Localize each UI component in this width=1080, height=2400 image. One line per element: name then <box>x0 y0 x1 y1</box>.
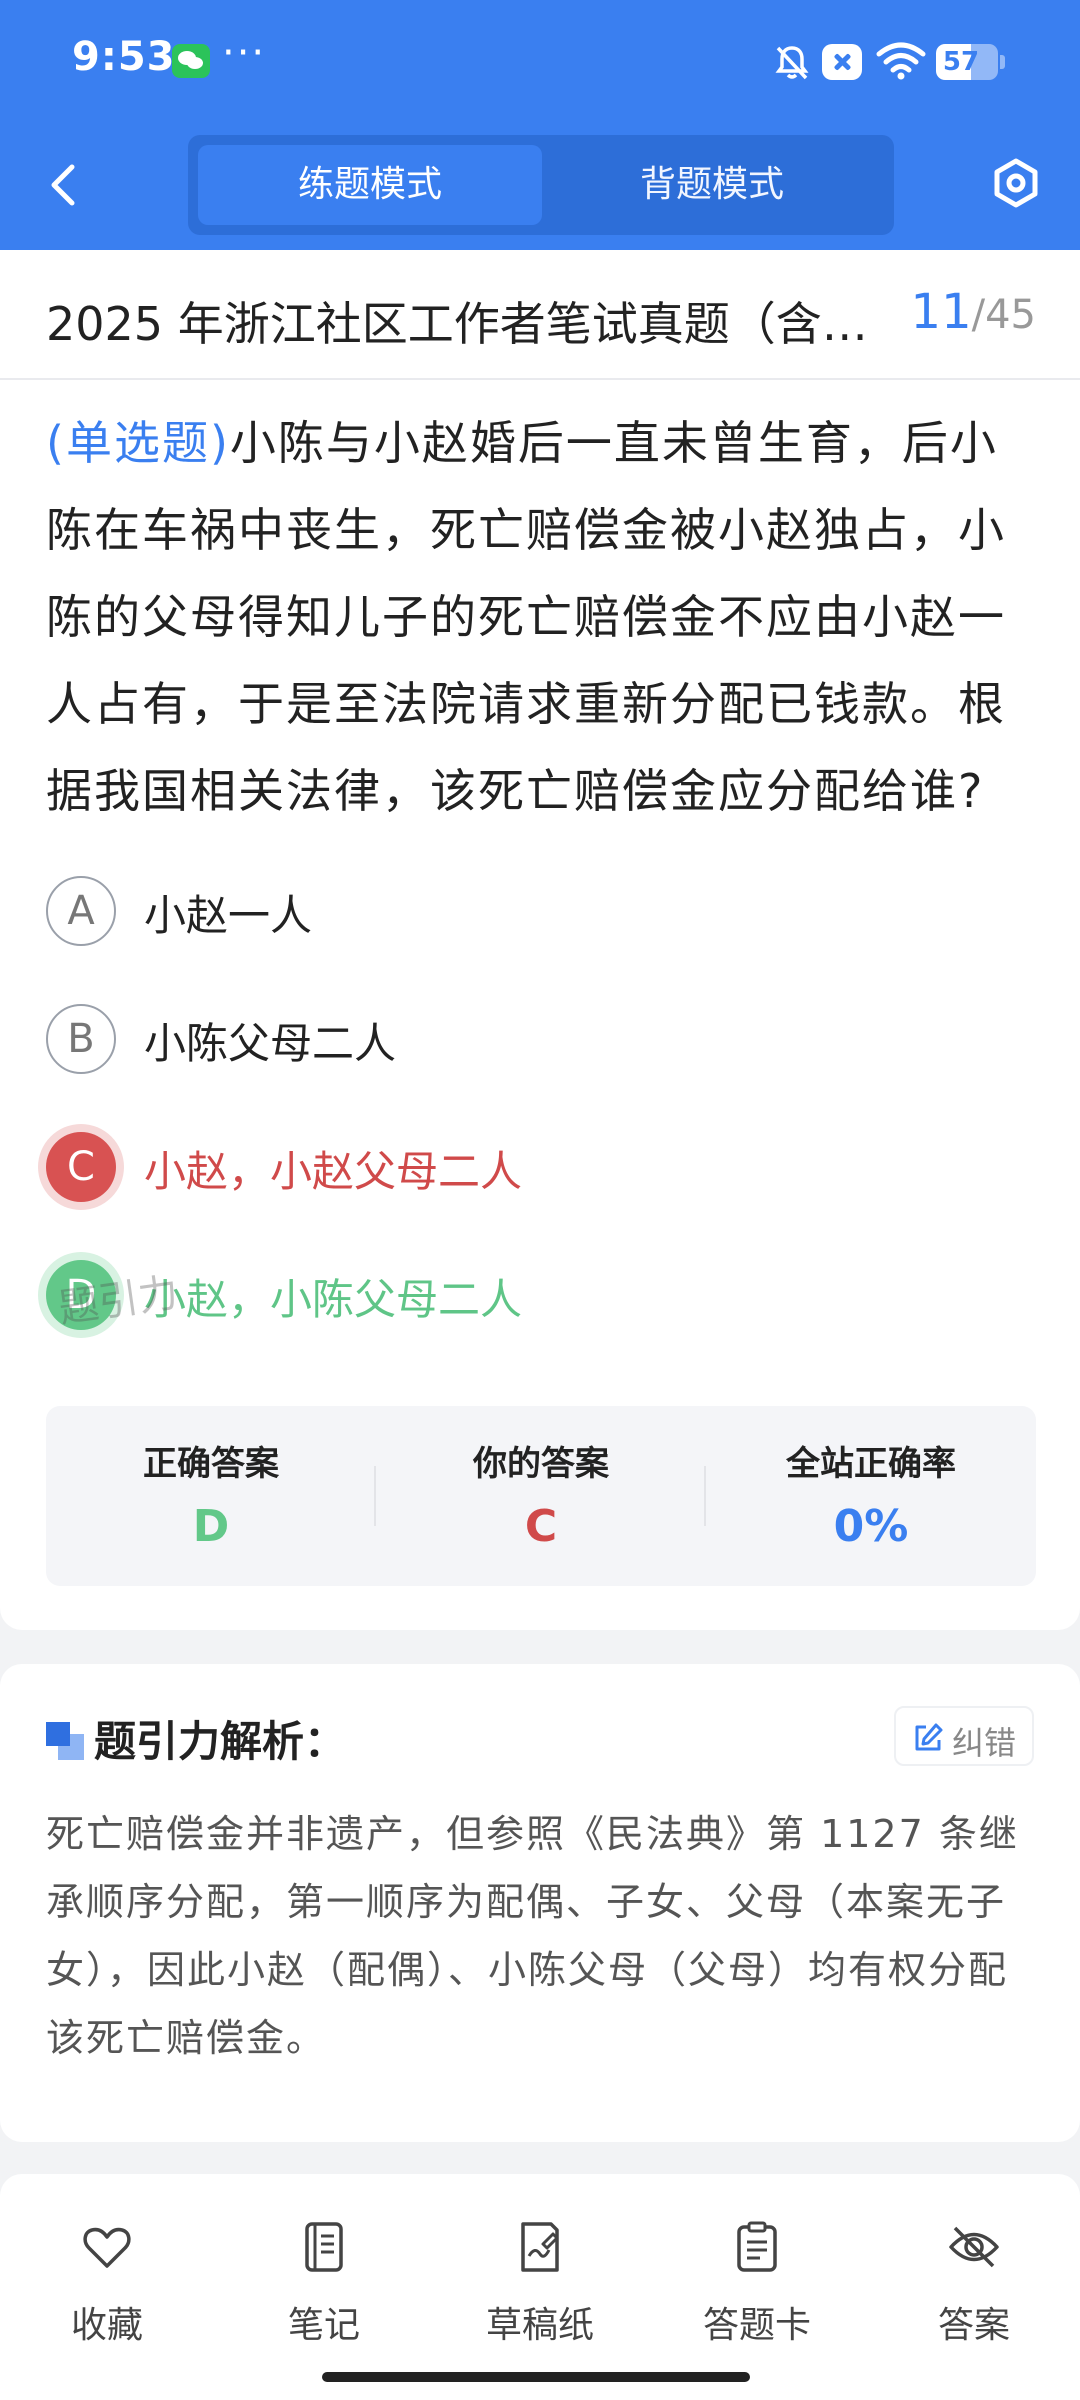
notebook-icon <box>305 2222 343 2272</box>
heart-icon <box>83 2227 131 2268</box>
battery-level: 57 <box>942 47 980 77</box>
exam-title-bar: 2025 年浙江社区工作者笔试真题（含答案） 11/45 <box>0 250 1080 380</box>
draft-icon <box>521 2222 559 2272</box>
option-a[interactable]: A 小赵一人 <box>46 866 1036 956</box>
bottom-toolbar: 收藏 笔记 草稿纸 答题卡 答案 <box>0 2174 1080 2400</box>
question-card: (单选题)小陈与小赵婚后一直未曾生育，后小陈在车祸中丧生，死亡赔偿金被小赵独占，… <box>0 380 1080 1630</box>
your-answer-label: 你的答案 <box>473 1444 609 1484</box>
question-counter[interactable]: 11/45 <box>911 284 1036 340</box>
option-text: 小赵一人 <box>144 891 313 940</box>
option-c[interactable]: C 小赵，小赵父母二人 <box>46 1122 1036 1212</box>
question-stem: (单选题)小陈与小赵婚后一直未曾生育，后小陈在车祸中丧生，死亡赔偿金被小赵独占，… <box>46 400 1036 835</box>
draft-paper-button[interactable]: 草稿纸 <box>450 2220 630 2350</box>
wifi-icon <box>876 42 926 80</box>
answer-summary-panel: 正确答案 D 你的答案 C 全站正确率 0% <box>46 1406 1036 1586</box>
show-answer-button[interactable]: 答案 <box>884 2220 1064 2350</box>
your-answer-value: C <box>524 1501 558 1552</box>
option-letter: B <box>46 1004 116 1074</box>
option-b[interactable]: B 小陈父母二人 <box>46 994 1036 1084</box>
mute-bell-icon <box>775 46 809 80</box>
counter-separator: / <box>971 292 986 338</box>
edit-icon <box>915 1723 943 1751</box>
answer-sheet-icon <box>737 2221 777 2272</box>
correct-answer-value: D <box>192 1501 230 1552</box>
back-button[interactable] <box>40 155 90 215</box>
question-type-tag: (单选题) <box>46 416 230 470</box>
notes-label: 笔记 <box>287 2305 360 2346</box>
report-error-button[interactable]: 纠错 <box>894 1706 1034 1766</box>
question-text: 小陈与小赵婚后一直未曾生育，后小陈在车祸中丧生，死亡赔偿金被小赵独占，小陈的父母… <box>46 416 1006 818</box>
battery-indicator: 57 <box>936 44 998 80</box>
accuracy-rate-value: 0% <box>833 1501 909 1552</box>
battery-tip <box>1000 55 1005 69</box>
accuracy-rate-column: 全站正确率 0% <box>706 1406 1036 1586</box>
option-text-correct: 小赵，小陈父母二人 <box>144 1275 523 1324</box>
correct-answer-label: 正确答案 <box>143 1444 279 1484</box>
draft-paper-label: 草稿纸 <box>485 2305 594 2346</box>
notes-button[interactable]: 笔记 <box>234 2220 414 2350</box>
total-question-count: 45 <box>985 292 1036 338</box>
analysis-squares-icon <box>46 1722 84 1760</box>
status-bar: 9:53 ··· 57 <box>0 0 1080 125</box>
accuracy-rate-label: 全站正确率 <box>786 1444 956 1484</box>
option-text-wrong: 小赵，小赵父母二人 <box>144 1147 523 1196</box>
eye-off-icon <box>949 2226 999 2268</box>
analysis-card: 题引力解析： 纠错 死亡赔偿金并非遗产，但参照《民法典》第 1127 条继承顺序… <box>0 1664 1080 2142</box>
option-text: 小陈父母二人 <box>144 1019 397 1068</box>
mode-switch: 练题模式 背题模式 <box>188 135 894 235</box>
option-d[interactable]: D 小赵，小陈父母二人 题引力 <box>46 1250 1036 1340</box>
favorite-label: 收藏 <box>70 2305 143 2346</box>
favorite-button[interactable]: 收藏 <box>17 2220 197 2350</box>
tab-practice-mode[interactable]: 练题模式 <box>198 145 542 225</box>
your-answer-column: 你的答案 C <box>376 1406 706 1586</box>
show-answer-label: 答案 <box>937 2305 1010 2346</box>
home-indicator-bar[interactable] <box>322 2372 750 2382</box>
option-letter: A <box>46 876 116 946</box>
answer-sheet-button[interactable]: 答题卡 <box>667 2220 847 2350</box>
analysis-text: 死亡赔偿金并非遗产，但参照《民法典》第 1127 条继承顺序分配，第一顺序为配偶… <box>46 1812 1019 2060</box>
option-letter-wrong: C <box>46 1132 116 1202</box>
settings-gear-icon[interactable] <box>990 157 1042 209</box>
exam-title[interactable]: 2025 年浙江社区工作者笔试真题（含答案） <box>46 288 896 354</box>
more-notifications-icon: ··· <box>222 30 267 76</box>
app-header: 9:53 ··· 57 练题模式 背题模式 <box>0 0 1080 250</box>
answer-sheet-label: 答题卡 <box>702 2305 811 2346</box>
report-error-label: 纠错 <box>952 1724 1017 1762</box>
analysis-title: 题引力解析： <box>94 1717 347 1766</box>
current-question-number: 11 <box>910 284 972 340</box>
tab-memorize-mode[interactable]: 背题模式 <box>540 145 884 225</box>
wechat-notification-icon <box>172 44 210 78</box>
status-time: 9:53 <box>72 34 176 80</box>
correct-answer-column: 正确答案 D <box>46 1406 376 1586</box>
data-off-icon <box>822 44 862 80</box>
